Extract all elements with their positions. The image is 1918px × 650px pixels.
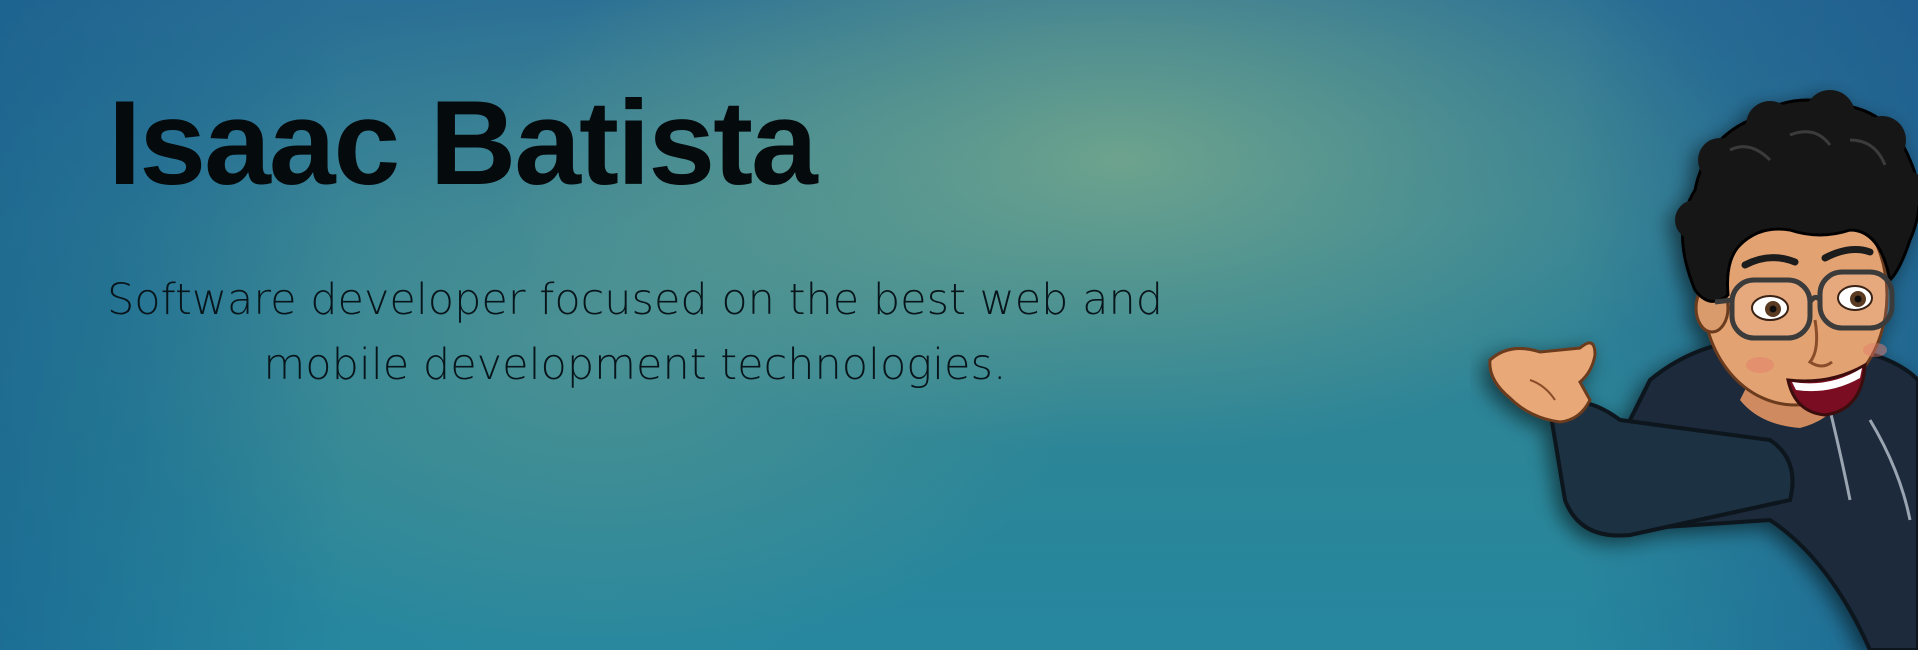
subtitle-text: Software developer focused on the best w…: [106, 275, 1164, 390]
page-title: Isaac Batista: [108, 76, 818, 210]
hero-banner: Isaac Batista Software developer focused…: [0, 0, 1918, 650]
bitmoji-avatar-icon: [1488, 90, 1918, 650]
